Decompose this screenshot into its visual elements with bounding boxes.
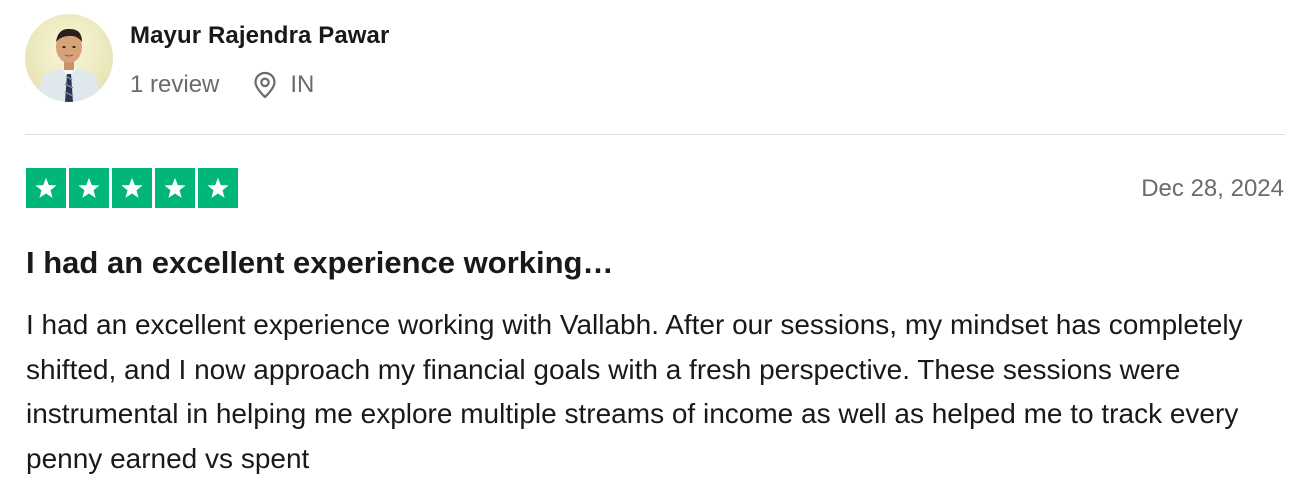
review-count: 1 review [130,71,220,98]
consumer-name[interactable]: Mayur Rajendra Pawar [130,22,389,50]
review-body: I had an excellent experience working wi… [26,309,1243,474]
review-title[interactable]: I had an excellent experience working… [26,245,614,281]
avatar[interactable] [25,14,113,102]
star-icon [198,168,238,208]
star-icon [155,168,195,208]
consumer-meta: 1 review IN [130,71,389,99]
avatar-image [25,14,113,102]
star-icon [69,168,109,208]
consumer-info[interactable]: Mayur Rajendra Pawar 1 review IN [25,14,389,102]
star-icon [112,168,152,208]
consumer-location: IN [252,71,314,99]
star-rating [26,168,238,208]
star-icon [26,168,66,208]
review-date: Dec 28, 2024 [1141,175,1284,202]
consumer-details: Mayur Rajendra Pawar 1 review IN [130,14,389,99]
review-card: Mayur Rajendra Pawar 1 review IN Dec 28,… [0,0,1306,504]
divider [25,134,1285,135]
map-pin-icon [252,71,278,99]
country-code: IN [290,71,315,98]
